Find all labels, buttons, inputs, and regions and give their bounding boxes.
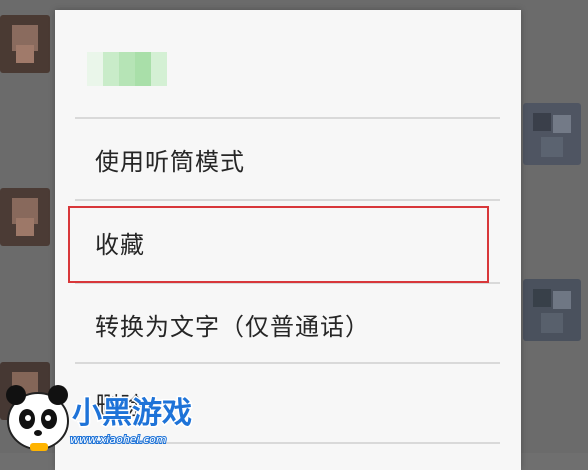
avatar[interactable] <box>0 188 50 246</box>
divider <box>75 117 500 119</box>
panda-icon: 小黑游戏 www.xiaohei.com <box>6 385 194 451</box>
avatar[interactable] <box>523 103 581 165</box>
menu-item-label: 转换为文字（仅普通话） <box>95 312 370 341</box>
menu-item-earpiece-mode[interactable]: 使用听筒模式 <box>75 120 500 198</box>
watermark-url: www.xiaohei.com <box>70 433 167 446</box>
favorite-highlight-box <box>68 206 489 283</box>
menu-header <box>55 10 521 118</box>
contact-name-blurred <box>87 52 167 86</box>
watermark-logo: 小黑游戏 www.xiaohei.com <box>0 377 200 453</box>
avatar[interactable] <box>523 279 581 341</box>
watermark-brand: 小黑游戏 <box>72 396 192 431</box>
menu-item-label: 使用听筒模式 <box>95 147 245 176</box>
divider <box>75 199 500 201</box>
avatar[interactable] <box>0 15 50 73</box>
menu-item-convert-to-text[interactable]: 转换为文字（仅普通话） <box>75 285 500 363</box>
